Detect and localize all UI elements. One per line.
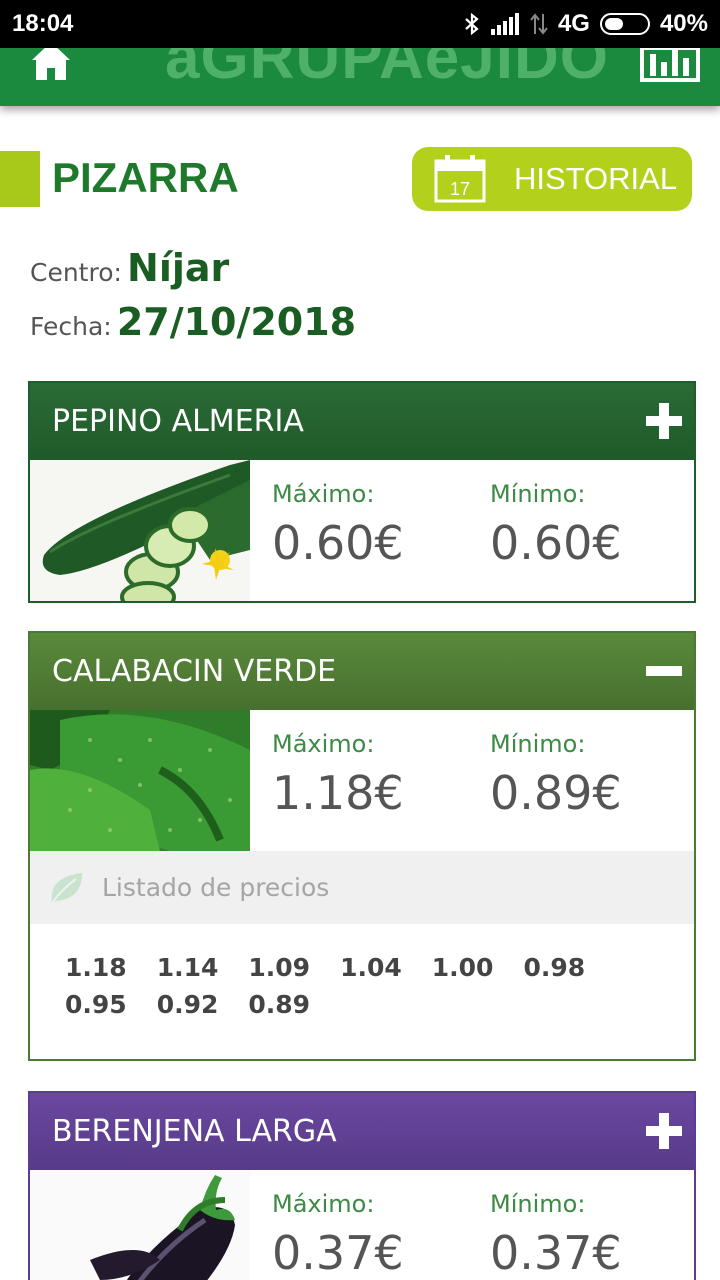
price-value: 0.98 <box>523 953 586 982</box>
price-list-title: Listado de precios <box>102 873 330 902</box>
historial-label: HISTORIAL <box>514 161 678 196</box>
product-name: PEPINO ALMERIA <box>52 404 304 439</box>
min-price: 0.60€ <box>490 516 622 570</box>
brand-logo: aGRUPAeJIDO <box>165 48 609 92</box>
product-card-berenjena: BERENJENA LARGA Máximo: 0.37€ Mínimo: 0.… <box>28 1091 696 1280</box>
min-label: Mínimo: <box>490 480 586 508</box>
battery-icon <box>599 13 650 35</box>
svg-text:17: 17 <box>450 179 470 199</box>
leaf-icon <box>51 872 82 904</box>
page-title: PIZARRA <box>52 154 239 201</box>
min-label: Mínimo: <box>490 730 586 758</box>
status-time: 18:04 <box>12 10 74 37</box>
product-card-pepino: PEPINO ALMERIA Máximo: 0.60€ Mínimo: 0.6… <box>28 381 696 603</box>
price-list-header: Listado de precios <box>30 851 694 924</box>
fecha-value: 27/10/2018 <box>116 300 357 344</box>
price-value: 1.18 <box>65 953 127 982</box>
min-label: Mínimo: <box>490 1190 586 1218</box>
max-price: 1.18€ <box>272 766 404 820</box>
product-header[interactable]: CALABACIN VERDE <box>30 633 694 710</box>
plus-icon[interactable] <box>646 403 682 439</box>
price-value: 1.09 <box>248 953 311 982</box>
price-value: 0.89 <box>248 990 311 1019</box>
battery-percent: 40% <box>659 10 708 37</box>
status-bar: 18:04 4G 40% <box>0 0 720 48</box>
historial-button[interactable]: 17 HISTORIAL <box>412 147 692 211</box>
product-header[interactable]: BERENJENA LARGA <box>30 1093 694 1170</box>
home-icon[interactable] <box>28 48 74 82</box>
fecha-label: Fecha: <box>30 312 112 341</box>
max-label: Máximo: <box>272 730 375 758</box>
eggplant-image <box>30 1170 250 1280</box>
network-type: 4G <box>557 10 590 37</box>
bar-chart-icon[interactable] <box>640 48 700 82</box>
max-label: Máximo: <box>272 480 375 508</box>
minus-icon[interactable] <box>646 653 682 689</box>
app-header: aGRUPAeJIDO <box>0 48 720 106</box>
max-label: Máximo: <box>272 1190 375 1218</box>
max-price: 0.60€ <box>272 516 404 570</box>
product-name: BERENJENA LARGA <box>52 1114 337 1149</box>
cucumber-image <box>30 460 250 601</box>
fecha-row: Fecha: 27/10/2018 <box>30 300 356 344</box>
price-value: 1.04 <box>340 953 402 982</box>
calendar-icon: 17 <box>434 155 486 203</box>
max-price: 0.37€ <box>272 1226 404 1280</box>
price-value: 0.92 <box>156 990 219 1019</box>
centro-value: Níjar <box>127 246 230 290</box>
title-accent-bar <box>0 151 40 207</box>
signal-icon <box>490 13 519 35</box>
centro-row: Centro: Níjar <box>30 246 229 290</box>
product-name: CALABACIN VERDE <box>52 654 337 689</box>
plus-icon[interactable] <box>646 1113 682 1149</box>
min-price: 0.37€ <box>490 1226 622 1280</box>
price-value: 1.00 <box>431 953 494 982</box>
bluetooth-icon <box>465 12 479 36</box>
zucchini-image <box>30 710 250 851</box>
data-arrows-icon <box>530 13 548 35</box>
product-card-calabacin: CALABACIN VERDE Máximo: 1.18€ Mínimo: 0.… <box>28 631 696 1061</box>
product-header[interactable]: PEPINO ALMERIA <box>30 383 694 460</box>
price-value: 0.95 <box>65 990 127 1019</box>
centro-label: Centro: <box>30 258 122 287</box>
price-value: 1.14 <box>156 953 219 982</box>
min-price: 0.89€ <box>490 766 622 820</box>
price-list: 1.18 1.14 1.09 1.04 1.00 0.98 0.95 0.92 … <box>50 953 690 1027</box>
